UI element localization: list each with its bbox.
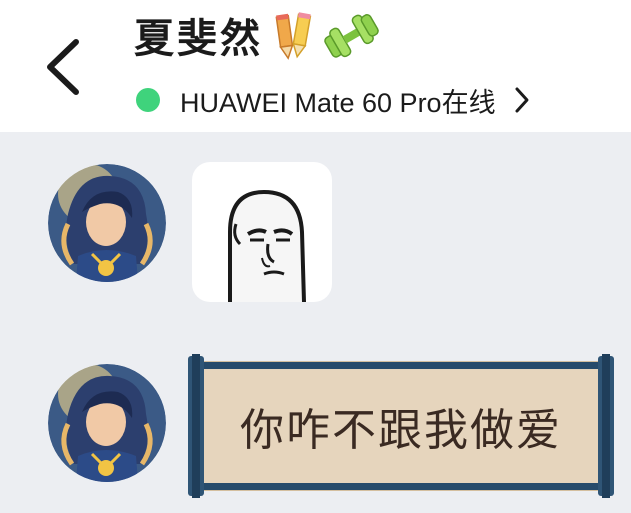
online-dot-icon — [136, 88, 160, 112]
online-status-row[interactable]: HUAWEI Mate 60 Pro在线 — [136, 80, 532, 120]
avatar[interactable] — [48, 164, 166, 282]
pencils-emoji-icon — [275, 12, 312, 60]
device-status-text: HUAWEI Mate 60 Pro在线 — [180, 87, 496, 118]
chevron-right-icon — [515, 87, 529, 113]
title-row[interactable]: 夏斐然 — [134, 6, 381, 64]
avatar-illustration — [48, 364, 166, 482]
blank-face-sticker — [228, 189, 306, 302]
sticker-message[interactable] — [192, 162, 332, 302]
chevron-left-icon[interactable] — [40, 36, 88, 98]
avatar[interactable] — [48, 364, 166, 482]
avatar-illustration — [48, 164, 166, 282]
chat-header: 夏斐然 HUAWEI Mate 60 Pro在线 — [0, 0, 631, 132]
contact-name: 夏斐然 — [134, 16, 263, 62]
message-text: 你咋不跟我做爱 — [240, 405, 562, 456]
dumbbell-emoji-icon — [324, 14, 379, 58]
scroll-card-message[interactable]: 你咋不跟我做爱 — [186, 354, 616, 498]
